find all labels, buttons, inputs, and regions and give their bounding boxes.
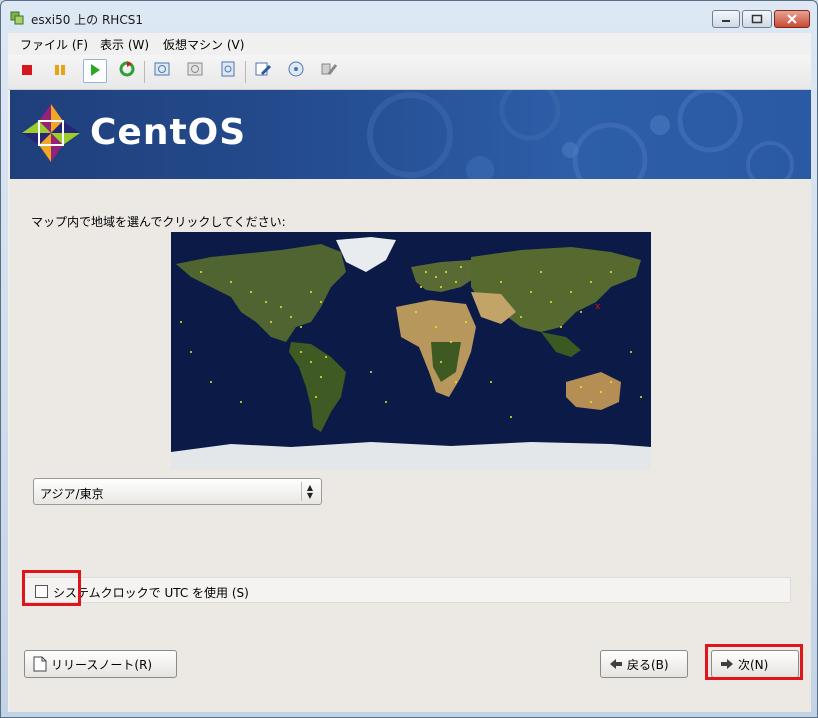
maximize-button[interactable] bbox=[742, 10, 772, 28]
minimize-button[interactable] bbox=[712, 10, 740, 28]
vm-console-window: esxi50 上の RHCS1 ファイル (F) 表示 (W) 仮想マシン (V… bbox=[0, 0, 818, 718]
timezone-select[interactable]: アジア/東京 ▲ ▼ bbox=[33, 478, 322, 505]
brand-name: CentOS bbox=[90, 112, 247, 153]
reset-button[interactable] bbox=[115, 59, 139, 83]
toolbar-separator bbox=[144, 61, 145, 83]
cd-icon bbox=[287, 60, 305, 82]
vm-console[interactable]: CentOS マップ内で地域を選んでクリックしてください: x アジア/東京 ▲… bbox=[10, 90, 811, 712]
toolbar-separator bbox=[245, 61, 246, 83]
highlight-box-next bbox=[705, 644, 803, 680]
snapshot-button[interactable] bbox=[150, 59, 174, 83]
antarctica bbox=[171, 442, 651, 470]
edit-settings-button[interactable] bbox=[251, 59, 275, 83]
menu-vm[interactable]: 仮想マシン (V) bbox=[163, 36, 244, 53]
window-title: esxi50 上の RHCS1 bbox=[31, 13, 143, 27]
client-area: ファイル (F) 表示 (W) 仮想マシン (V) CentOS マップ内で地域… bbox=[8, 33, 811, 712]
floppy-button[interactable] bbox=[317, 59, 341, 83]
map-prompt: マップ内で地域を選んでクリックしてください: bbox=[31, 215, 286, 229]
power-off-button[interactable] bbox=[15, 59, 39, 83]
vmware-icon bbox=[10, 10, 24, 25]
pause-icon bbox=[53, 62, 67, 81]
power-on-button[interactable] bbox=[83, 59, 107, 83]
wrench-icon bbox=[320, 60, 338, 82]
back-label: 戻る(B) bbox=[627, 657, 669, 672]
suspend-button[interactable] bbox=[48, 59, 72, 83]
document-icon bbox=[33, 656, 47, 672]
revert-icon bbox=[186, 60, 204, 82]
toolbar bbox=[8, 55, 811, 90]
highlight-box-utc bbox=[22, 570, 81, 606]
revert-snapshot-button[interactable] bbox=[183, 59, 207, 83]
stop-icon bbox=[20, 62, 34, 81]
timezone-value: アジア/東京 bbox=[40, 487, 104, 501]
title-bar[interactable]: esxi50 上の RHCS1 bbox=[1, 1, 817, 33]
arrow-left-icon bbox=[609, 658, 623, 670]
settings-icon bbox=[254, 60, 272, 82]
centos-logo-icon bbox=[20, 102, 82, 168]
snapshot-manager-button[interactable] bbox=[216, 59, 240, 83]
snapshot-manager-icon bbox=[219, 60, 237, 82]
cd-dvd-button[interactable] bbox=[284, 59, 308, 83]
menu-bar: ファイル (F) 表示 (W) 仮想マシン (V) bbox=[8, 33, 811, 55]
selected-location-marker: x bbox=[595, 302, 601, 312]
menu-view[interactable]: 表示 (W) bbox=[100, 36, 149, 53]
release-notes-button[interactable]: リリースノート(R) bbox=[24, 650, 177, 678]
utc-option-row: システムクロックで UTC を使用 (S) bbox=[22, 577, 791, 603]
menu-file[interactable]: ファイル (F) bbox=[20, 36, 88, 53]
refresh-icon bbox=[118, 60, 136, 82]
utc-label[interactable]: システムクロックで UTC を使用 (S) bbox=[53, 584, 249, 601]
close-button[interactable] bbox=[774, 10, 810, 28]
play-icon bbox=[88, 62, 102, 81]
back-button[interactable]: 戻る(B) bbox=[600, 650, 688, 678]
snapshot-icon bbox=[153, 60, 171, 82]
release-notes-label: リリースノート(R) bbox=[51, 657, 153, 672]
centos-banner: CentOS bbox=[10, 90, 811, 179]
updown-arrow-icon: ▲ ▼ bbox=[301, 482, 318, 501]
timezone-map[interactable]: x bbox=[171, 232, 651, 470]
